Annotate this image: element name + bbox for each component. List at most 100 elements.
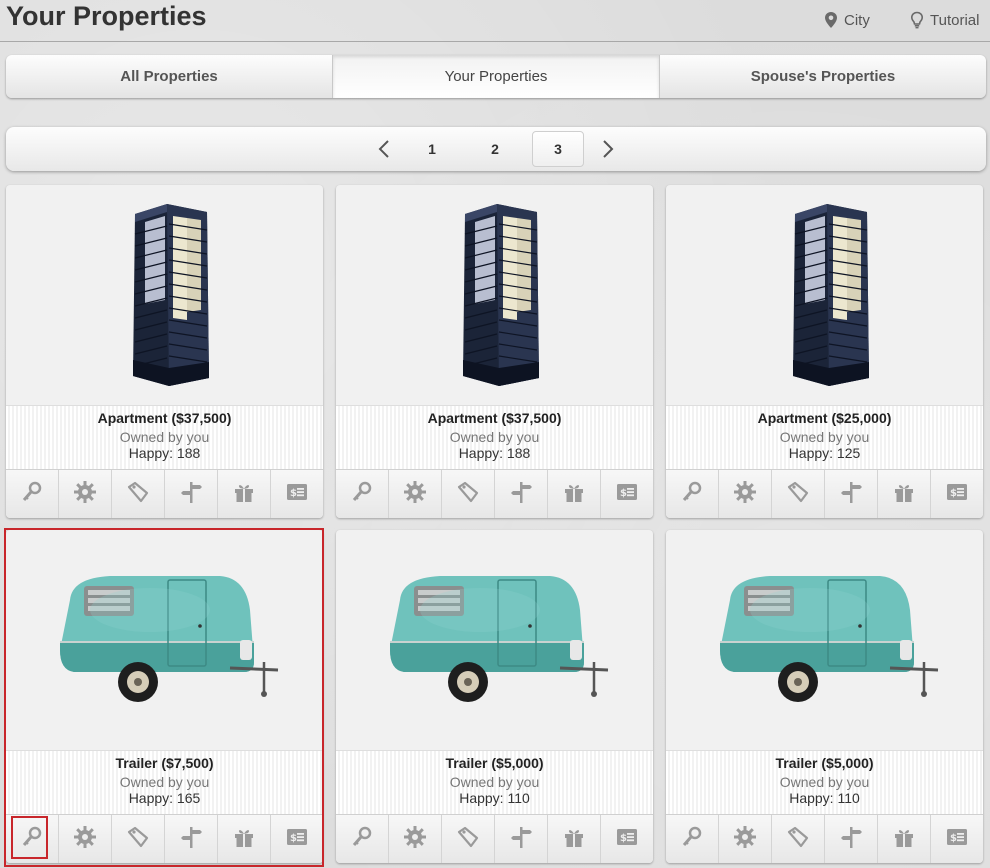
signpost-button[interactable]	[825, 470, 878, 518]
tutorial-link[interactable]: Tutorial	[910, 11, 979, 29]
price-tag-button[interactable]	[772, 815, 825, 863]
signpost-button[interactable]	[495, 470, 548, 518]
property-info: Trailer ($5,000) Owned by you Happy: 110	[336, 750, 653, 814]
property-actions: $	[6, 814, 323, 863]
key-button[interactable]	[666, 470, 719, 518]
page-3-button[interactable]: 3	[532, 131, 584, 167]
gear-icon	[733, 480, 757, 509]
money-button[interactable]: $	[931, 470, 983, 518]
property-image[interactable]	[666, 185, 983, 405]
property-card[interactable]: Trailer ($5,000) Owned by you Happy: 110 $	[666, 530, 983, 863]
property-title: Apartment ($25,000)	[757, 410, 892, 426]
money-icon: $	[945, 825, 969, 854]
svg-text:$: $	[290, 833, 297, 844]
tab-your-properties[interactable]: Your Properties	[333, 55, 660, 98]
gear-button[interactable]	[389, 815, 442, 863]
money-button[interactable]: $	[601, 815, 653, 863]
property-card[interactable]: Apartment ($37,500) Owned by you Happy: 18…	[336, 185, 653, 518]
lightbulb-icon	[910, 11, 924, 29]
gear-icon	[73, 480, 97, 509]
gear-button[interactable]	[389, 470, 442, 518]
property-card[interactable]: Apartment ($37,500) Owned by you Happy: 18…	[6, 185, 323, 518]
property-card[interactable]: Apartment ($25,000) Owned by you Happy: 12…	[666, 185, 983, 518]
price-tag-button[interactable]	[772, 470, 825, 518]
price-tag-button[interactable]	[112, 815, 165, 863]
trailer-image	[59, 576, 278, 702]
property-title: Apartment ($37,500)	[97, 410, 232, 426]
property-image[interactable]	[666, 530, 983, 750]
property-image[interactable]	[6, 185, 323, 405]
money-button[interactable]: $	[271, 470, 323, 518]
signpost-icon	[839, 480, 863, 509]
gift-icon	[892, 825, 916, 854]
key-button[interactable]	[336, 815, 389, 863]
property-tabs: All Properties Your Properties Spouse's …	[6, 55, 986, 98]
city-link[interactable]: City	[824, 11, 870, 29]
signpost-button[interactable]	[495, 815, 548, 863]
signpost-button[interactable]	[825, 815, 878, 863]
svg-text:$: $	[620, 833, 627, 844]
property-title: Trailer ($7,500)	[115, 755, 214, 771]
gift-button[interactable]	[878, 470, 931, 518]
property-image[interactable]	[336, 530, 653, 750]
key-button[interactable]	[336, 470, 389, 518]
money-button[interactable]: $	[601, 470, 653, 518]
gift-icon	[562, 825, 586, 854]
money-icon: $	[615, 480, 639, 509]
key-icon	[20, 480, 44, 509]
signpost-button[interactable]	[165, 470, 218, 518]
city-label: City	[844, 11, 870, 29]
tab-spouses-properties[interactable]: Spouse's Properties	[660, 55, 986, 98]
property-image[interactable]	[336, 185, 653, 405]
property-actions: $	[666, 469, 983, 518]
signpost-icon	[839, 825, 863, 854]
key-button[interactable]	[666, 815, 719, 863]
gift-button[interactable]	[548, 815, 601, 863]
gear-icon	[403, 825, 427, 854]
key-button[interactable]	[6, 470, 59, 518]
map-pin-icon	[825, 12, 837, 28]
key-button[interactable]	[6, 815, 59, 863]
money-icon: $	[285, 825, 309, 854]
money-button[interactable]: $	[931, 815, 983, 863]
gift-icon	[892, 480, 916, 509]
svg-text:$: $	[290, 488, 297, 499]
property-info: Apartment ($25,000) Owned by you Happy: 12…	[666, 405, 983, 469]
signpost-icon	[509, 825, 533, 854]
pagination: 1 2 3	[6, 127, 986, 171]
page-2-button[interactable]: 2	[469, 131, 521, 167]
gear-button[interactable]	[59, 470, 112, 518]
gift-button[interactable]	[218, 815, 271, 863]
svg-text:$: $	[950, 833, 957, 844]
gift-button[interactable]	[878, 815, 931, 863]
property-happy: Happy: 188	[128, 445, 201, 461]
price-tag-icon	[786, 825, 810, 854]
gear-button[interactable]	[59, 815, 112, 863]
page-1-button[interactable]: 1	[406, 131, 458, 167]
price-tag-button[interactable]	[442, 470, 495, 518]
gear-button[interactable]	[719, 470, 772, 518]
property-actions: $	[336, 814, 653, 863]
property-owner: Owned by you	[119, 429, 210, 445]
property-owner: Owned by you	[779, 429, 870, 445]
price-tag-button[interactable]	[442, 815, 495, 863]
key-icon	[680, 825, 704, 854]
trailer-image	[389, 576, 608, 702]
money-button[interactable]: $	[271, 815, 323, 863]
prev-page-button[interactable]	[369, 131, 399, 167]
gear-button[interactable]	[719, 815, 772, 863]
gift-icon	[232, 825, 256, 854]
price-tag-button[interactable]	[112, 470, 165, 518]
gift-button[interactable]	[218, 470, 271, 518]
property-title: Trailer ($5,000)	[445, 755, 544, 771]
gift-button[interactable]	[548, 470, 601, 518]
property-card[interactable]: Trailer ($5,000) Owned by you Happy: 110 $	[336, 530, 653, 863]
signpost-button[interactable]	[165, 815, 218, 863]
property-image[interactable]	[6, 530, 323, 750]
next-page-button[interactable]	[593, 131, 623, 167]
apartment-image	[792, 204, 869, 386]
property-card[interactable]: Trailer ($7,500) Owned by you Happy: 165 $	[6, 530, 323, 863]
price-tag-icon	[456, 480, 480, 509]
tab-all-properties[interactable]: All Properties	[6, 55, 333, 98]
property-info: Trailer ($7,500) Owned by you Happy: 165	[6, 750, 323, 814]
